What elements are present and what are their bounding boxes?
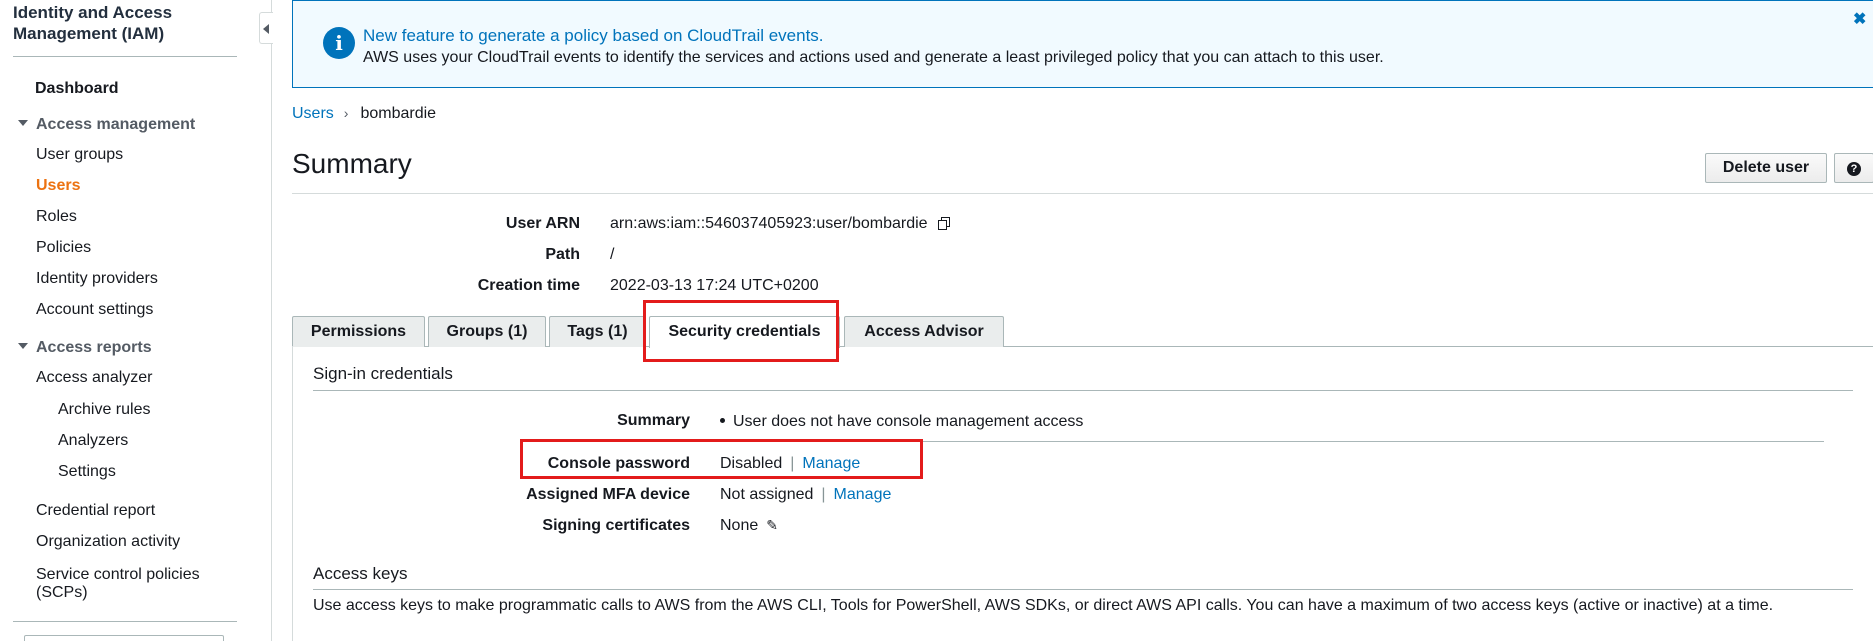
sidebar-item-policies[interactable]: Policies [36,239,91,257]
sidebar-item-roles[interactable]: Roles [36,208,77,226]
access-keys-description: Use access keys to make programmatic cal… [313,597,1774,614]
sidebar-section-access-reports[interactable]: Access reports [18,339,152,357]
panel-border [292,346,293,641]
sidebar: Identity and Access Management (IAM) Das… [0,0,272,641]
caret-down-icon [18,119,28,126]
banner-title-link[interactable]: New feature to generate a policy based o… [363,26,824,46]
sidebar-item-user-groups[interactable]: User groups [36,146,123,164]
sidebar-item-identity-providers[interactable]: Identity providers [36,270,158,288]
sidebar-item-analyzers[interactable]: Analyzers [58,432,128,450]
breadcrumb-current: bombardie [360,105,437,122]
section-divider [313,390,1853,391]
sidebar-item-account-settings[interactable]: Account settings [36,301,153,319]
creation-time-label: Creation time [477,277,580,294]
highlight-box-tab [643,300,839,362]
access-keys-heading: Access keys [313,564,408,583]
tab-groups[interactable]: Groups (1) [428,316,546,347]
console-access-summary: User does not have console management ac… [720,413,1083,431]
pencil-icon[interactable]: ✎ [766,517,778,534]
signin-credentials-heading: Sign-in credentials [313,364,453,383]
summary-label: Summary [617,412,690,429]
sidebar-item-dashboard[interactable]: Dashboard [35,80,119,98]
section-divider [313,589,1853,590]
path-value: / [610,246,615,263]
mfa-device-value: Not assigned | Manage [720,486,892,503]
info-icon: i [323,27,355,59]
creation-time-value: 2022-03-13 17:24 UTC+0200 [610,277,819,294]
tab-access-advisor[interactable]: Access Advisor [844,316,1004,347]
mfa-device-label: Assigned MFA device [526,486,690,503]
caret-down-icon [18,342,28,349]
sidebar-item-organization-activity[interactable]: Organization activity [36,533,180,551]
sidebar-item-settings[interactable]: Settings [58,463,116,481]
sidebar-search-box[interactable] [24,635,224,641]
title-divider [292,193,1873,194]
page-title: Summary [292,148,412,179]
sidebar-item-access-analyzer[interactable]: Access analyzer [36,369,153,387]
sidebar-item-archive-rules[interactable]: Archive rules [58,401,150,419]
sidebar-divider [13,56,237,57]
manage-mfa-link[interactable]: Manage [834,486,892,503]
copy-icon[interactable] [937,217,950,230]
breadcrumb: Users › bombardie [292,105,436,123]
sidebar-item-users[interactable]: Users [36,177,80,195]
path-label: Path [545,246,580,263]
sidebar-item-credential-report[interactable]: Credential report [36,502,155,520]
tab-permissions[interactable]: Permissions [292,316,425,347]
user-arn-label: User ARN [505,215,580,232]
sidebar-title: Identity and Access Management (IAM) [13,3,173,43]
highlight-box-console-password [520,439,923,479]
info-banner: i New feature to generate a policy based… [292,0,1873,88]
signing-certificates-value: None ✎ [720,517,778,534]
tab-tags[interactable]: Tags (1) [549,316,646,347]
sidebar-divider [13,621,237,622]
user-arn-value: arn:aws:iam::546037405923:user/bombardie [610,215,950,233]
signing-certificates-label: Signing certificates [542,517,690,534]
close-icon[interactable]: ✖ [1853,9,1866,29]
banner-text: AWS uses your CloudTrail events to ident… [363,49,1384,66]
collapse-sidebar-icon[interactable] [259,12,273,44]
delete-user-button[interactable]: Delete user [1705,153,1827,183]
chevron-right-icon: › [343,105,349,121]
bullet-icon [720,418,725,423]
sidebar-item-scps[interactable]: Service control policies (SCPs) [36,566,236,602]
breadcrumb-users-link[interactable]: Users [292,105,334,122]
help-button[interactable]: ? [1834,153,1873,183]
sidebar-section-access-management[interactable]: Access management [18,116,195,134]
help-icon: ? [1847,162,1861,176]
separator: | [821,486,826,503]
